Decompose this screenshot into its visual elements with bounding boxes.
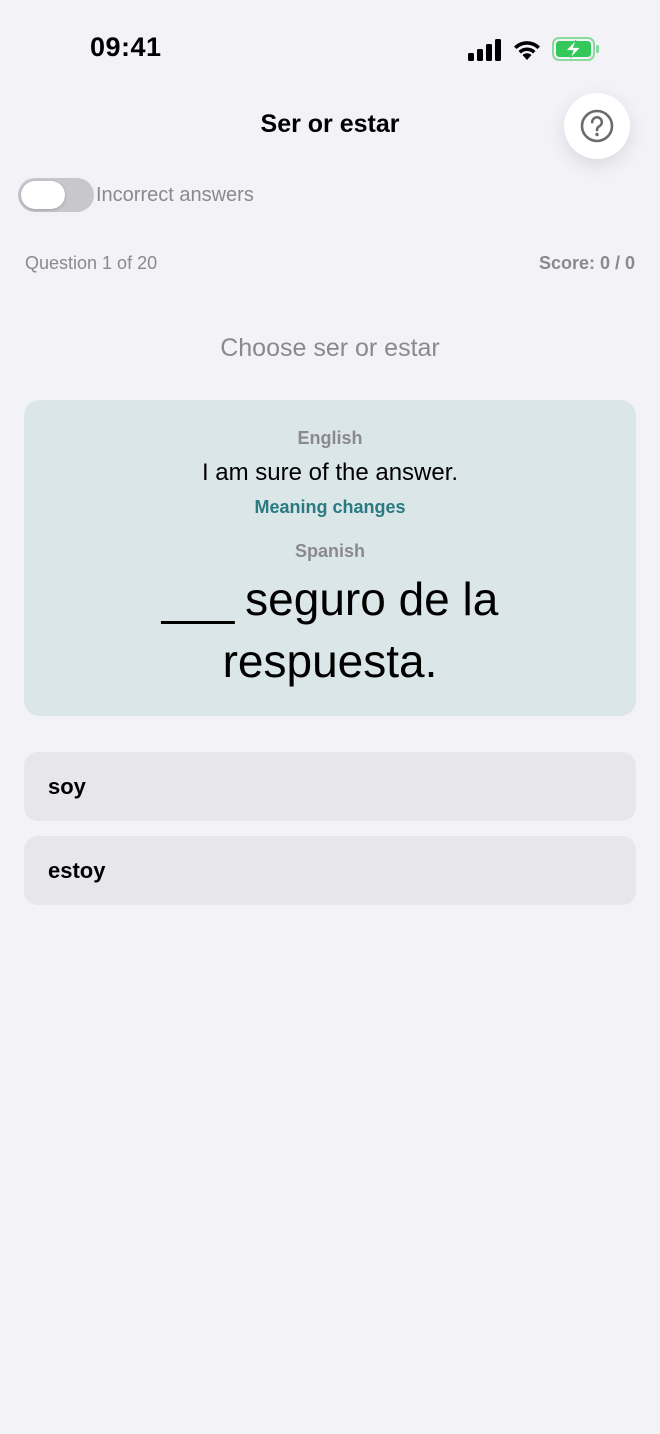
option-button-soy[interactable]: soy (24, 752, 636, 821)
english-label: English (297, 428, 363, 448)
status-bar: 09:41 (0, 0, 660, 96)
status-time: 09:41 (90, 32, 162, 62)
incorrect-answers-toggle[interactable] (18, 178, 94, 212)
help-button[interactable] (564, 93, 630, 159)
wifi-icon (514, 41, 540, 60)
option-button-estoy[interactable]: estoy (24, 836, 636, 905)
instruction-text: Choose ser or estar (220, 334, 440, 362)
score-label: Score: 0 / 0 (538, 253, 635, 273)
incorrect-answers-toggle-row: Incorrect answers (18, 178, 254, 212)
cellular-signal-icon (468, 39, 501, 61)
meaning-changes-tag: Meaning changes (254, 497, 406, 517)
english-sentence: I am sure of the answer. (201, 459, 459, 486)
spanish-label: Spanish (294, 541, 365, 561)
page-title: Ser or estar (260, 110, 400, 138)
quiz-screen: 09:41 Ser or estar Incorrect answers Que… (0, 0, 660, 1434)
toggle-label: Incorrect answers (96, 183, 254, 206)
question-card: English I am sure of the answer. Meaning… (24, 400, 636, 716)
toggle-knob (21, 181, 65, 209)
battery-charging-icon (552, 37, 599, 61)
question-circle-icon (580, 109, 614, 143)
question-counter: Question 1 of 20 (25, 253, 158, 273)
answer-blank: ___ (161, 573, 235, 625)
spanish-sentence-text: seguro de la respuesta. (222, 573, 499, 687)
spanish-sentence: ___ seguro de la respuesta. (24, 568, 636, 692)
